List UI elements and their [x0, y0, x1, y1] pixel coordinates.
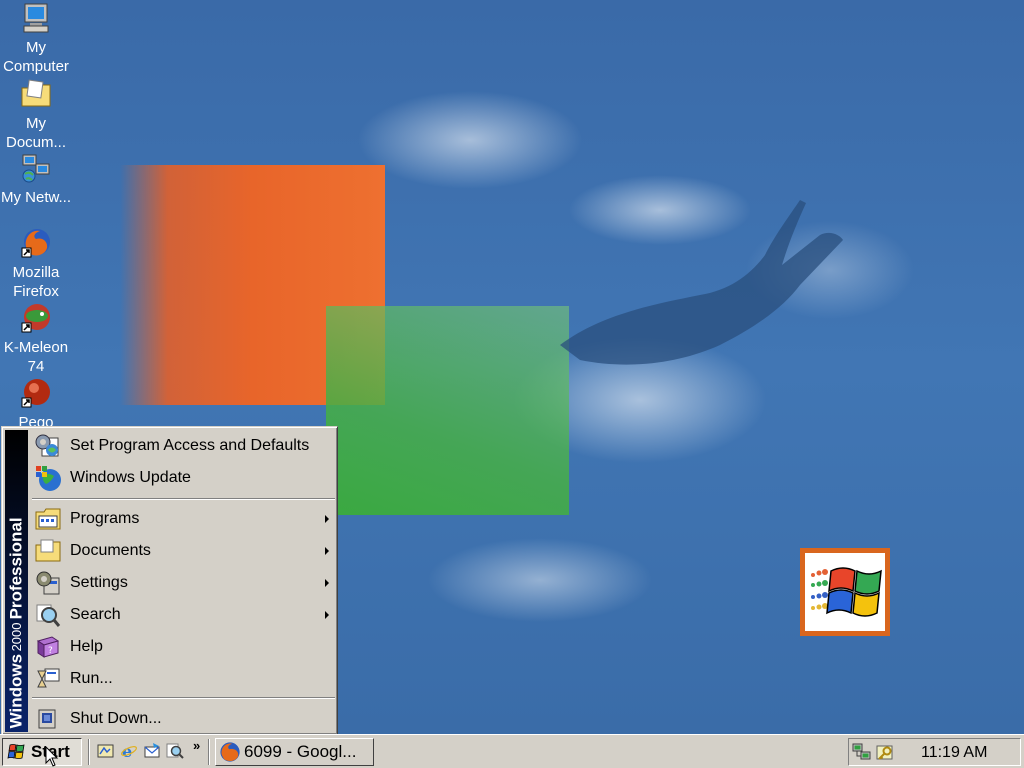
windows-flag-icon	[7, 744, 25, 759]
desktop-icon-mozilla-firefox[interactable]: Mozilla Firefox	[0, 227, 72, 301]
program-access-icon	[32, 433, 64, 459]
menu-item-programs[interactable]: Programs	[30, 503, 335, 535]
submenu-arrow-icon	[325, 547, 329, 555]
menu-item-label: Shut Down...	[70, 710, 162, 727]
desktop-icon-label: My Netw...	[0, 189, 71, 206]
start-menu[interactable]: Windows 2000 Professional Set Program Ac…	[1, 426, 338, 735]
run-icon	[32, 666, 64, 692]
show-desktop-icon[interactable]	[97, 742, 115, 760]
menu-item-windows-update[interactable]: Windows Update	[30, 462, 335, 494]
menu-item-label: Settings	[70, 574, 128, 591]
desktop-icon-label: My Computer	[3, 39, 69, 75]
desktop-icon-label: My Docum...	[5, 115, 66, 151]
windows-logo-badge	[800, 548, 890, 636]
submenu-arrow-icon	[325, 579, 329, 587]
network-icon	[22, 154, 50, 183]
menu-item-label: Help	[70, 638, 103, 655]
menu-item-set-program-access[interactable]: Set Program Access and Defaults	[30, 430, 335, 462]
desktop-icon-my-documents[interactable]: My Docum...	[0, 78, 72, 152]
menu-item-run[interactable]: Run...	[30, 663, 335, 695]
wallpaper-green-panel	[326, 306, 569, 515]
banner-brand: Windows	[6, 653, 26, 728]
shutdown-icon	[32, 706, 64, 732]
desktop-icon-my-computer[interactable]: My Computer	[0, 2, 72, 76]
key-tray-icon[interactable]	[875, 742, 895, 762]
k-meleon-icon	[21, 304, 50, 333]
submenu-arrow-icon	[325, 515, 329, 523]
documents-icon	[32, 538, 64, 564]
menu-item-documents[interactable]: Documents	[30, 535, 335, 567]
programs-icon	[32, 506, 64, 532]
computer-icon	[23, 3, 49, 33]
settings-icon	[32, 570, 64, 596]
outlook-express-icon[interactable]	[143, 742, 161, 760]
desktop-icon-pego[interactable]: Pego	[0, 377, 72, 432]
desktop-icon-my-network[interactable]: My Netw...	[0, 152, 72, 207]
app-shortcut-icon	[21, 379, 50, 408]
help-icon: ?	[32, 634, 64, 660]
menu-item-label: Programs	[70, 510, 140, 527]
desktop-icon-k-meleon[interactable]: K-Meleon 74	[0, 302, 72, 376]
start-menu-banner-text: Windows 2000 Professional	[5, 517, 28, 728]
start-button[interactable]: Start	[2, 738, 82, 766]
system-tray: 11:19 AM	[848, 738, 1021, 766]
taskbar-separator	[88, 739, 90, 765]
menu-item-label: Documents	[70, 542, 151, 559]
taskbar-button-label: 6099 - Googl...	[244, 742, 357, 761]
menu-item-label: Search	[70, 606, 121, 623]
desktop-icon-label: K-Meleon 74	[3, 339, 69, 375]
banner-version: 2000	[9, 621, 24, 651]
search-web-icon[interactable]	[166, 742, 184, 760]
firefox-icon	[21, 229, 50, 258]
menu-item-search[interactable]: Search	[30, 599, 335, 631]
windows-update-icon	[32, 465, 64, 491]
menu-item-shut-down[interactable]: Shut Down...	[30, 703, 335, 735]
taskbar: Start e » 6099 - Googl...	[0, 734, 1024, 768]
search-icon	[32, 602, 64, 628]
desktop-icon-label: Mozilla Firefox	[12, 264, 60, 300]
submenu-arrow-icon	[325, 611, 329, 619]
menu-separator	[32, 498, 335, 500]
taskbar-separator	[208, 739, 210, 765]
taskbar-button-firefox[interactable]: 6099 - Googl...	[215, 738, 374, 766]
start-menu-banner: Windows 2000 Professional	[5, 430, 28, 732]
svg-text:?: ?	[48, 646, 53, 656]
internet-explorer-icon[interactable]: e	[120, 742, 138, 760]
menu-item-label: Run...	[70, 670, 113, 687]
banner-edition: Professional	[6, 516, 26, 619]
menu-item-settings[interactable]: Settings	[30, 567, 335, 599]
documents-folder-icon	[21, 79, 51, 107]
menu-item-label: Set Program Access and Defaults	[70, 437, 310, 454]
network-tray-icon[interactable]	[852, 742, 872, 762]
menu-item-label: Windows Update	[70, 469, 191, 486]
menu-separator	[32, 697, 335, 699]
wallpaper-diver-silhouette	[560, 200, 843, 365]
menu-item-help[interactable]: ? Help	[30, 631, 335, 663]
firefox-icon	[220, 742, 240, 762]
quick-launch-more-button[interactable]: »	[193, 738, 200, 753]
clock[interactable]: 11:19 AM	[921, 744, 987, 762]
mouse-cursor-icon	[45, 746, 59, 767]
